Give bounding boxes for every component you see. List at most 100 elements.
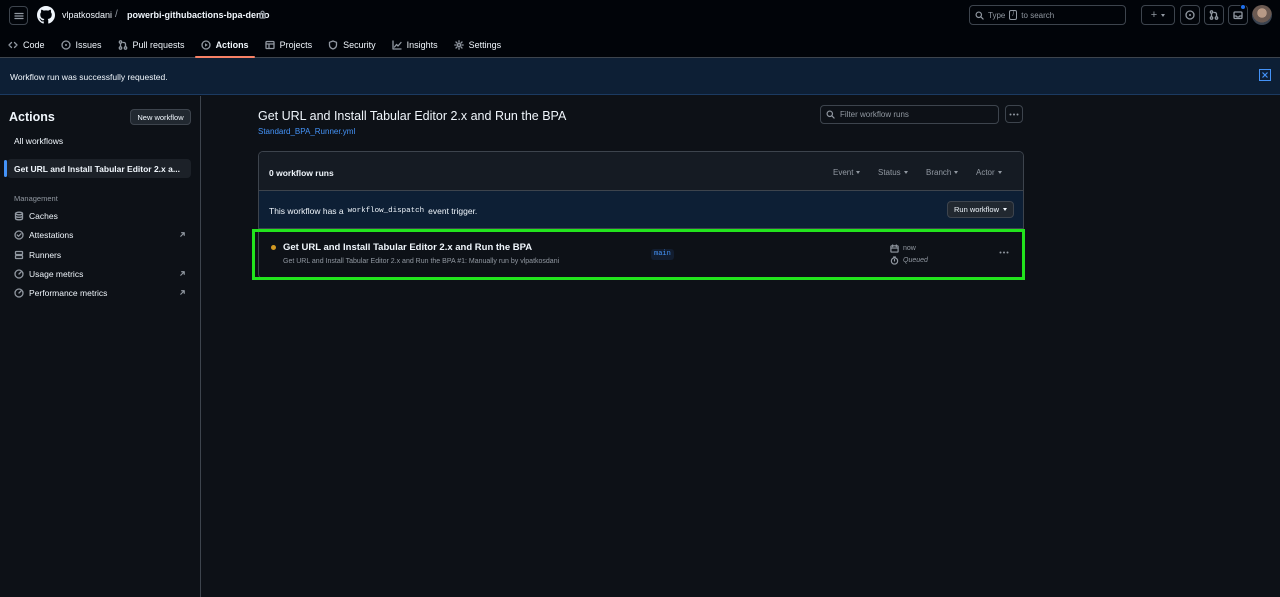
tab-code[interactable]: Code (0, 34, 53, 56)
workflow-run-row[interactable] (252, 229, 1025, 280)
sidebar-title: Actions (9, 110, 55, 124)
sidebar-item-performance-metrics[interactable]: Performance metrics (14, 286, 186, 300)
tab-settings[interactable]: Settings (446, 34, 510, 56)
sidebar-heading-management: Management (14, 194, 58, 203)
dispatch-text-before: This workflow has a (269, 206, 344, 216)
run-title[interactable]: Get URL and Install Tabular Editor 2.x a… (283, 242, 532, 253)
dispatch-code: workflow_dispatch (347, 207, 425, 215)
branch-label[interactable]: main (651, 249, 674, 260)
active-indicator (4, 160, 7, 177)
play-icon (200, 40, 211, 50)
filter-actor[interactable]: Actor (976, 168, 1002, 177)
sidebar-item-all-workflows[interactable]: All workflows (14, 136, 63, 146)
issue-icon (1185, 10, 1195, 20)
repo-tabs: Code Issues Pull requests Actions Projec… (0, 34, 509, 58)
search-shortcut-key: / (1009, 10, 1018, 20)
tab-issues[interactable]: Issues (53, 34, 110, 56)
search-input[interactable]: Type / to search (969, 5, 1126, 25)
runs-panel-header: 0 workflow runs Event Status Branch Acto… (259, 152, 1023, 191)
stopwatch-icon (890, 256, 899, 265)
plus-icon: + (1150, 9, 1158, 21)
run-workflow-label: Run workflow (953, 205, 999, 214)
tab-label: Pull requests (132, 40, 185, 50)
graph-icon (391, 40, 402, 50)
run-subtitle: Get URL and Install Tabular Editor 2.x a… (283, 258, 560, 265)
external-link-icon (180, 232, 185, 237)
table-icon (264, 40, 275, 50)
breadcrumb-separator: / (115, 9, 118, 20)
hamburger-icon (13, 12, 24, 19)
filter-branch[interactable]: Branch (926, 168, 959, 177)
chevron-down-icon (954, 171, 959, 174)
github-logo-icon[interactable] (37, 6, 55, 24)
menu-button[interactable] (9, 6, 28, 25)
pull-request-icon (118, 40, 127, 50)
filter-runs-input[interactable]: Filter workflow runs (820, 105, 999, 124)
sidebar-item-runners[interactable]: Runners (14, 248, 186, 262)
breadcrumb-owner[interactable]: vlpatkosdani (62, 10, 112, 20)
tab-label: Insights (406, 40, 438, 50)
pull-request-icon (1209, 10, 1219, 20)
search-icon (975, 10, 984, 20)
shield-icon (328, 40, 338, 50)
pull-requests-button[interactable] (1204, 5, 1224, 25)
meter-icon (14, 288, 24, 298)
flash-message: Workflow run was successfully requested. (10, 72, 168, 82)
filter-status[interactable]: Status (878, 168, 908, 177)
search-placeholder-after: to search (1021, 10, 1055, 20)
filter-label: Branch (926, 168, 952, 177)
global-header: vlpatkosdani / powerbi-githubactions-bpa… (0, 0, 1280, 58)
chevron-down-icon (1161, 13, 1166, 17)
queued-status-icon (271, 245, 276, 250)
filter-label: Actor (976, 168, 995, 177)
run-menu-button[interactable] (999, 246, 1009, 254)
run-time: now (890, 244, 916, 253)
kebab-horizontal-icon (1009, 113, 1019, 115)
check-circle-icon (14, 230, 24, 240)
tab-label: Actions (215, 40, 249, 50)
gear-icon (453, 40, 464, 50)
new-workflow-button[interactable]: New workflow (130, 109, 191, 125)
breadcrumb-repo[interactable]: powerbi-githubactions-bpa-demo (127, 10, 270, 20)
tab-pull-requests[interactable]: Pull requests (110, 34, 193, 56)
search-placeholder-before: Type (988, 10, 1006, 20)
tab-label: Code (23, 40, 45, 50)
tab-insights[interactable]: Insights (384, 34, 446, 56)
issues-button[interactable] (1180, 5, 1200, 25)
tab-label: Security (343, 40, 376, 50)
chevron-down-icon (1003, 208, 1007, 211)
run-status-label: Queued (903, 257, 928, 264)
run-workflow-button[interactable]: Run workflow (947, 201, 1014, 218)
issue-icon (60, 40, 71, 50)
sidebar-item-active-workflow-label[interactable]: Get URL and Install Tabular Editor 2.x a… (14, 164, 180, 174)
sidebar-item-usage-metrics[interactable]: Usage metrics (14, 267, 186, 281)
chevron-down-icon (903, 171, 908, 174)
filter-event[interactable]: Event (833, 168, 861, 177)
notification-indicator (1240, 4, 1246, 10)
dispatch-message: This workflow has a workflow_dispatch ev… (269, 206, 477, 216)
search-icon (826, 110, 835, 119)
workflow-file-link[interactable]: Standard_BPA_Runner.yml (258, 127, 355, 136)
cache-icon (14, 211, 24, 221)
tab-security[interactable]: Security (320, 34, 384, 56)
filter-label: Status (878, 168, 901, 177)
flash-banner: Workflow run was successfully requested. (0, 58, 1280, 95)
flash-close-button[interactable] (1259, 69, 1271, 81)
user-avatar[interactable] (1252, 5, 1272, 25)
page-title: Get URL and Install Tabular Editor 2.x a… (258, 109, 567, 123)
workflow-menu-button[interactable] (1005, 105, 1023, 123)
external-link-icon (180, 290, 185, 295)
tab-projects[interactable]: Projects (257, 34, 321, 56)
create-new-button[interactable]: + (1141, 5, 1175, 25)
sidebar-item-caches[interactable]: Caches (14, 209, 186, 223)
tab-actions[interactable]: Actions (193, 34, 257, 58)
tab-label: Projects (279, 40, 313, 50)
tab-label: Settings (468, 40, 502, 50)
sidebar-item-label: Caches (29, 211, 58, 221)
dispatch-text-after: event trigger. (428, 206, 478, 216)
sidebar-item-attestations[interactable]: Attestations (14, 228, 186, 242)
kebab-horizontal-icon (999, 251, 1009, 254)
close-icon (1262, 72, 1268, 78)
run-status: Queued (890, 256, 928, 265)
dispatch-notice: This workflow has a workflow_dispatch ev… (259, 191, 1023, 229)
